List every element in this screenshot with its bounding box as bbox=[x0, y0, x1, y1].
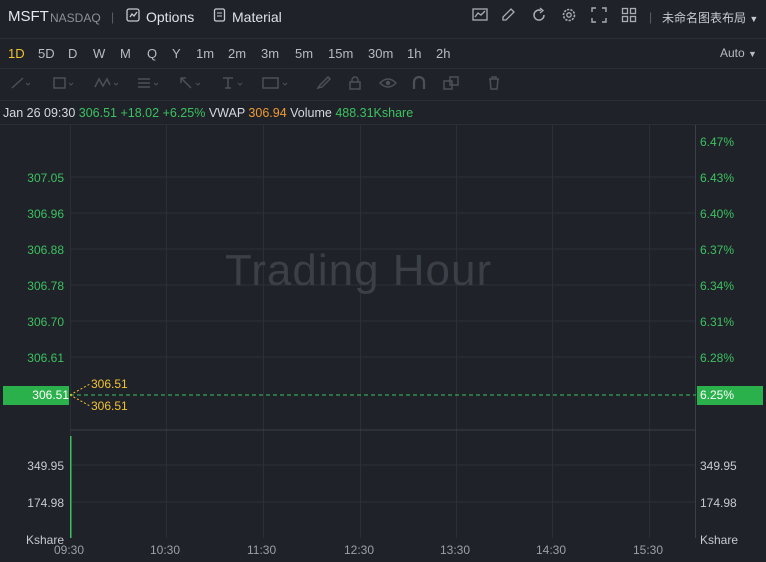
volume-bar bbox=[70, 436, 72, 538]
timeframe-1h[interactable]: 1h bbox=[407, 46, 421, 61]
percent-axis-label: 6.28% bbox=[700, 351, 735, 365]
options-button[interactable]: Options bbox=[126, 8, 194, 25]
lock-icon[interactable] bbox=[348, 76, 362, 93]
timeframe-1m[interactable]: 1m bbox=[196, 46, 214, 61]
timeframe-d[interactable]: D bbox=[68, 46, 77, 61]
quote-info: Jan 26 09:30 306.51 +18.02 +6.25% VWAP 3… bbox=[3, 106, 413, 120]
layout-dropdown[interactable]: 未命名图表布局 ▼ bbox=[662, 9, 758, 26]
price-axis-label: 307.05 bbox=[27, 171, 64, 185]
divider: | bbox=[111, 10, 115, 24]
quote-change-pct: +6.25% bbox=[162, 106, 206, 120]
price-axis-label: 306.88 bbox=[27, 243, 64, 257]
percent-axis-label: 6.43% bbox=[700, 171, 735, 185]
timeframe-5d[interactable]: 5D bbox=[38, 46, 55, 61]
time-axis-label: 14:30 bbox=[536, 543, 567, 557]
volume-axis-label-right: 349.95 bbox=[700, 459, 737, 473]
current-price-tag: 306.51 bbox=[3, 386, 69, 405]
volume-label: Volume bbox=[290, 106, 332, 120]
layout-label: 未命名图表布局 bbox=[662, 11, 747, 25]
timeframe-2h[interactable]: 2h bbox=[436, 46, 450, 61]
quote-datetime: Jan 26 09:30 bbox=[3, 106, 76, 120]
material-button[interactable]: Material bbox=[213, 8, 282, 25]
wave-tool-icon[interactable] bbox=[94, 76, 120, 93]
volume-axis-label-right: Kshare bbox=[700, 533, 739, 547]
options-icon bbox=[126, 8, 140, 25]
timeframe-3m[interactable]: 3m bbox=[261, 46, 279, 61]
chevron-down-icon: ▼ bbox=[748, 49, 757, 59]
vwap-value: 306.94 bbox=[248, 106, 287, 120]
edit-icon[interactable] bbox=[500, 7, 516, 28]
vwap-label: VWAP bbox=[208, 106, 245, 120]
volume-axis-label-right: 174.98 bbox=[700, 496, 737, 510]
grid-icon[interactable] bbox=[621, 7, 637, 28]
time-axis-label: 12:30 bbox=[344, 543, 375, 557]
fib-tool-icon[interactable] bbox=[136, 76, 160, 93]
price-axis-label: 306.70 bbox=[27, 315, 64, 329]
auto-scale-dropdown[interactable]: Auto ▼ bbox=[720, 46, 757, 60]
arrow-tool-icon[interactable] bbox=[178, 76, 202, 93]
volume-axis-label-left: 349.95 bbox=[27, 459, 64, 473]
time-axis-label: 13:30 bbox=[440, 543, 471, 557]
quote-price: 306.51 bbox=[78, 106, 118, 120]
timeframe-m[interactable]: M bbox=[120, 46, 131, 61]
time-axis-label: 09:30 bbox=[54, 543, 85, 557]
current-pct-tag: 6.25% bbox=[697, 386, 763, 405]
percent-axis-label: 6.31% bbox=[700, 315, 735, 329]
price-axis-label: 306.78 bbox=[27, 279, 64, 293]
percent-axis-label: 6.34% bbox=[700, 279, 735, 293]
quote-change: +18.02 bbox=[120, 106, 160, 120]
material-label: Material bbox=[232, 8, 282, 25]
timeframe-5m[interactable]: 5m bbox=[295, 46, 313, 61]
refresh-icon[interactable] bbox=[531, 7, 547, 28]
annotation-low: 306.51 bbox=[91, 399, 128, 413]
layers-icon[interactable] bbox=[443, 76, 459, 93]
auto-label: Auto bbox=[720, 46, 745, 60]
volume-axis-label-left: 174.98 bbox=[27, 496, 64, 510]
timeframe-30m[interactable]: 30m bbox=[368, 46, 393, 61]
trash-icon[interactable] bbox=[487, 76, 501, 93]
timeframe-w[interactable]: W bbox=[93, 46, 105, 61]
options-label: Options bbox=[146, 8, 195, 25]
magnet-icon[interactable] bbox=[412, 75, 426, 93]
exchange-label: NASDAQ bbox=[50, 11, 101, 25]
timeframe-1d[interactable]: 1D bbox=[8, 46, 25, 61]
symbol-label[interactable]: MSFT bbox=[8, 8, 49, 25]
timeframe-q[interactable]: Q bbox=[147, 46, 157, 61]
image-tool-icon[interactable] bbox=[262, 76, 290, 93]
divider: | bbox=[649, 10, 653, 24]
text-tool-icon[interactable] bbox=[220, 76, 244, 93]
brush-icon[interactable] bbox=[316, 75, 332, 93]
document-icon bbox=[213, 8, 226, 25]
rectangle-tool-icon[interactable] bbox=[52, 76, 74, 93]
time-axis-label: 15:30 bbox=[633, 543, 664, 557]
volume-value: 488.31Kshare bbox=[335, 106, 414, 120]
chart-plot-area[interactable] bbox=[70, 125, 696, 538]
trading-hour-watermark: Trading Hour bbox=[225, 246, 493, 295]
settings-icon[interactable] bbox=[561, 7, 577, 28]
percent-axis-label: 6.40% bbox=[700, 207, 735, 221]
eye-icon[interactable] bbox=[378, 76, 398, 93]
timeframe-15m[interactable]: 15m bbox=[328, 46, 353, 61]
annotation-high: 306.51 bbox=[91, 377, 128, 391]
price-axis-label: 306.96 bbox=[27, 207, 64, 221]
fullscreen-icon[interactable] bbox=[591, 7, 607, 28]
timeframe-2m[interactable]: 2m bbox=[228, 46, 246, 61]
timeframe-y[interactable]: Y bbox=[172, 46, 181, 61]
line-tool-icon[interactable] bbox=[10, 76, 31, 93]
price-axis-label: 306.61 bbox=[27, 351, 64, 365]
time-axis-label: 11:30 bbox=[247, 543, 277, 557]
percent-axis-label: 6.47% bbox=[700, 135, 735, 149]
chart-add-icon[interactable] bbox=[472, 7, 488, 28]
chevron-down-icon: ▼ bbox=[749, 14, 759, 24]
percent-axis-label: 6.37% bbox=[700, 243, 735, 257]
time-axis-label: 10:30 bbox=[150, 543, 181, 557]
